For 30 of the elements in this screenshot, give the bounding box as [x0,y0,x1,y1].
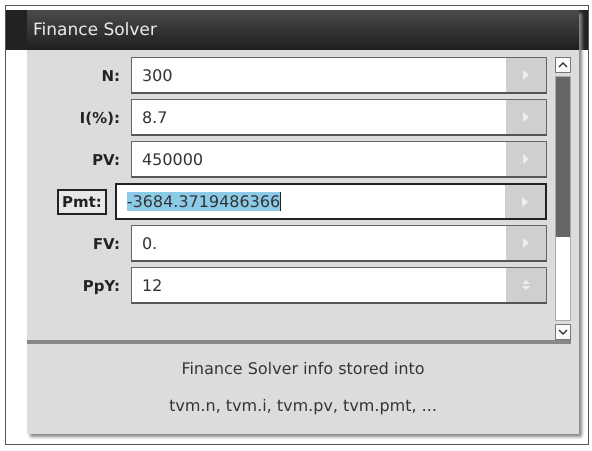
status-text: Finance Solver info stored into [181,359,425,378]
spinner-button[interactable] [506,268,546,302]
input-field[interactable]: 8.7 [131,99,547,136]
field-label: N: [100,66,121,86]
input-field[interactable]: 0. [131,225,547,262]
scroll-down-icon[interactable] [555,324,571,340]
up-down-icon [520,278,532,292]
input-field[interactable]: 12 [131,267,547,304]
triangle-icon [522,237,530,249]
window-title: Finance Solver [33,20,157,40]
status-text: tvm.n, tvm.i, tvm.pv, tvm.pmt, ... [169,396,437,415]
field-label: PpY: [82,276,121,296]
scroll-thumb[interactable] [556,77,570,238]
triangle-icon [522,111,530,123]
input-field[interactable]: 450000 [131,141,547,178]
triangle-icon [522,69,530,81]
arrow-button[interactable] [506,142,546,176]
arrow-button[interactable] [506,226,546,260]
triangle-icon [521,196,529,208]
field-label: PV: [91,150,121,170]
arrow-button[interactable] [506,58,546,92]
input-field[interactable]: -3684.3719486366 [114,183,547,220]
input-field[interactable]: 300 [131,57,547,94]
arrow-button[interactable] [505,185,545,218]
field-label: FV: [92,234,121,254]
field-label: Pmt: [57,188,107,214]
field-label: I(%): [78,108,121,128]
scroll-up-icon[interactable] [555,57,571,73]
arrow-button[interactable] [506,100,546,134]
triangle-icon [522,153,530,165]
